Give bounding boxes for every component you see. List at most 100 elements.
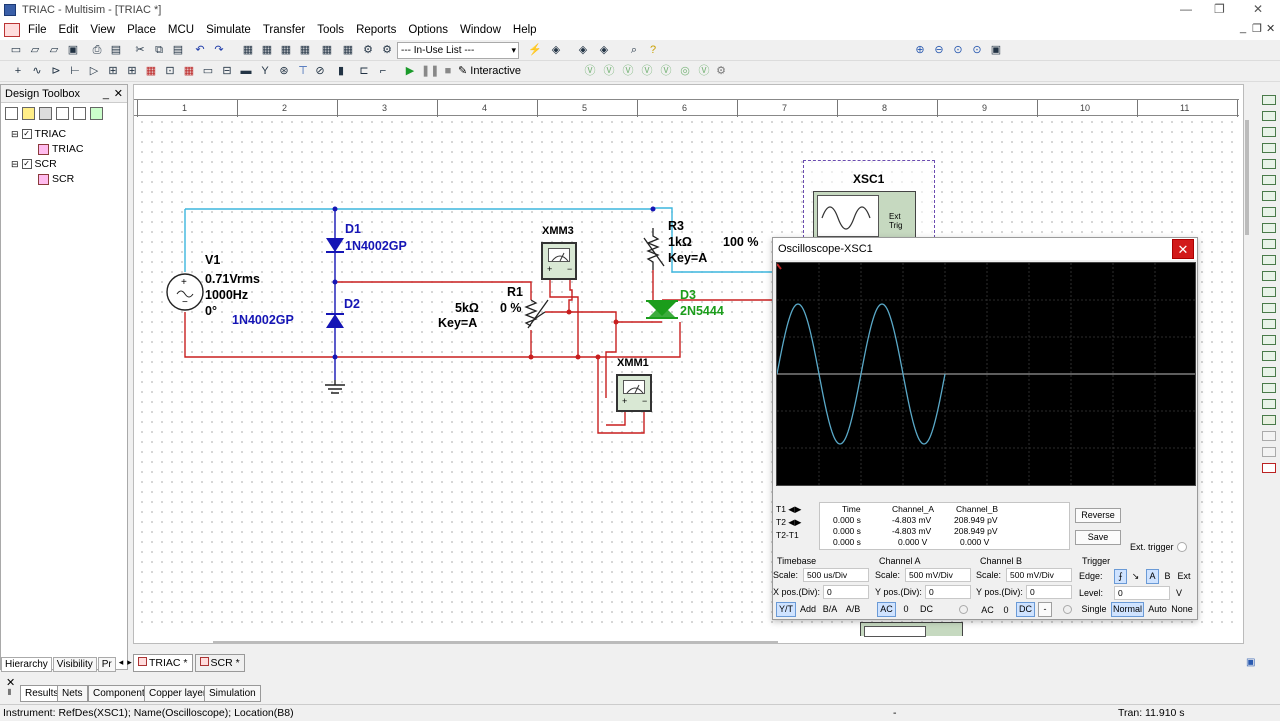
d3-part: 2N5444 [680, 304, 724, 318]
logic-converter-tool-icon[interactable] [1262, 223, 1276, 233]
tektronix-oscilloscope-tool-icon[interactable] [1262, 367, 1276, 377]
channel-b-terminal[interactable] [1063, 605, 1072, 614]
reverse-button[interactable]: Reverse [1075, 508, 1121, 523]
timebase-title: Timebase [777, 556, 817, 566]
agilent-multimeter-tool-icon[interactable] [1262, 335, 1276, 345]
readout-cell: 0.000 s [833, 515, 861, 525]
xmm1-label: XMM1 [617, 357, 649, 369]
trigger-normal-button[interactable]: Normal [1111, 602, 1144, 617]
current-probe-tool-icon[interactable] [1262, 415, 1276, 425]
oscilloscope-instrument-icon[interactable]: Ext Trig [813, 191, 916, 238]
oscilloscope-screen[interactable] [776, 262, 1196, 486]
xsc1-selection-box[interactable]: XSC1 Ext Trig [803, 160, 935, 238]
arrow-right-icon[interactable]: ▶ [795, 504, 802, 514]
d1-part: 1N4002GP [345, 239, 407, 253]
multimeter-xmm3-icon[interactable]: + − [541, 242, 577, 280]
potentiometer-r3-symbol[interactable] [643, 228, 665, 270]
channel-a-scale-field[interactable]: 500 mV/Div [905, 568, 971, 582]
network-analyzer-tool-icon[interactable] [1262, 303, 1276, 313]
spreadsheet-view: ✕ ▮ Results Nets Components Copper layer… [0, 675, 1280, 705]
logic-analyzer-tool-icon[interactable] [1262, 239, 1276, 249]
tab-nets[interactable]: Nets [57, 685, 88, 702]
trigger-source-a-button[interactable]: A [1146, 569, 1159, 584]
measurement-probe-tool-icon[interactable] [1262, 463, 1276, 473]
mode-ba-button[interactable]: B/A [820, 602, 840, 617]
ni-elvis-tool-icon[interactable] [1262, 399, 1276, 409]
oscilloscope-close-button[interactable]: ✕ [1172, 239, 1194, 259]
v1-frequency: 1000Hz [205, 288, 249, 302]
channel-b-zero-button[interactable]: 0 [1000, 603, 1012, 618]
channel-b-scale-field[interactable]: 500 mV/Div [1006, 568, 1072, 582]
triac-d3-symbol[interactable] [646, 300, 678, 319]
readout-cell: 0.000 V [960, 537, 990, 547]
trigger-source-b-button[interactable]: B [1161, 569, 1174, 584]
diode-d2-symbol[interactable] [326, 313, 344, 328]
d2-refdes: D2 [344, 297, 360, 311]
channel-a-ypos-field[interactable]: 0 [925, 585, 971, 599]
wire-bottom [335, 322, 681, 358]
svg-text:−: − [182, 297, 188, 308]
timebase-scale-label: Scale: [773, 570, 799, 580]
voltage-probe-tool-icon[interactable] [1262, 431, 1276, 441]
channel-a-zero-button[interactable]: 0 [899, 602, 913, 617]
trigger-none-button[interactable]: None [1170, 602, 1194, 617]
bode-plotter-tool-icon[interactable] [1262, 175, 1276, 185]
function-generator-tool-icon[interactable] [1262, 111, 1276, 121]
tab-simulation[interactable]: Simulation [204, 685, 261, 702]
d3-refdes: D3 [680, 288, 696, 302]
diode-d1-symbol[interactable] [326, 238, 344, 253]
timebase-xpos-field[interactable]: 0 [823, 585, 869, 599]
timebase-scale-field[interactable]: 500 us/Div [803, 568, 869, 582]
channel-b-ypos-field[interactable]: 0 [1026, 585, 1072, 599]
d1-refdes: D1 [345, 222, 361, 236]
oscilloscope-title-bar[interactable]: Oscilloscope-XSC1 [773, 238, 1197, 260]
arrow-right-icon[interactable]: ▶ [795, 517, 802, 527]
channel-b-ypos-label: Y pos.(Div): [976, 587, 1023, 597]
save-button[interactable]: Save [1075, 530, 1121, 545]
channel-a-terminal[interactable] [959, 605, 968, 614]
v1-phase: 0° [205, 304, 217, 318]
cursor-t1-marker[interactable] [776, 263, 782, 270]
channel-a-ac-button[interactable]: AC [877, 602, 896, 617]
wattmeter-tool-icon[interactable] [1262, 127, 1276, 137]
oscilloscope-tool-icon[interactable] [1262, 143, 1276, 153]
potentiometer-r1-symbol[interactable] [524, 299, 549, 329]
trigger-source-ext-button[interactable]: Ext [1175, 569, 1193, 584]
trigger-single-button[interactable]: Single [1079, 602, 1109, 617]
oscilloscope-instrument-duplicate[interactable] [860, 622, 963, 637]
channel-b-dc-button[interactable]: DC [1016, 602, 1035, 617]
channel-b-invert-button[interactable]: - [1038, 602, 1052, 617]
rising-edge-icon[interactable]: ⨍ [1114, 569, 1127, 584]
distortion-analyzer-tool-icon[interactable] [1262, 271, 1276, 281]
frequency-counter-tool-icon[interactable] [1262, 191, 1276, 201]
word-generator-tool-icon[interactable] [1262, 207, 1276, 217]
probe-tool-icon[interactable] [1262, 447, 1276, 457]
channel-a-dc-button[interactable]: DC [917, 602, 936, 617]
multimeter-tool-icon[interactable] [1262, 95, 1276, 105]
t1-label: T1 [776, 504, 786, 514]
ac-source-symbol[interactable]: + − [166, 273, 204, 311]
multimeter-xmm1-icon[interactable]: + − [616, 374, 652, 412]
trigger-level-field[interactable]: 0 [1114, 586, 1170, 600]
sheet-properties-icon[interactable]: ▣ [1246, 657, 1255, 668]
agilent-generator-tool-icon[interactable] [1262, 319, 1276, 329]
r1-refdes: R1 [507, 285, 523, 299]
agilent-oscilloscope-tool-icon[interactable] [1262, 351, 1276, 361]
oscilloscope-window[interactable]: Oscilloscope-XSC1 ✕ T1 ◀▶ T2 ◀▶ T2-T1 Ti… [772, 237, 1198, 620]
ext-trigger-terminal[interactable] [1177, 542, 1187, 552]
mode-ab-button[interactable]: A/B [843, 602, 863, 617]
iv-analyzer-tool-icon[interactable] [1262, 255, 1276, 265]
four-channel-oscilloscope-tool-icon[interactable] [1262, 159, 1276, 169]
trigger-auto-button[interactable]: Auto [1145, 602, 1170, 617]
mode-yt-button[interactable]: Y/T [776, 602, 796, 617]
r1-key: Key=A [438, 316, 478, 330]
falling-edge-icon[interactable]: ↘ [1129, 569, 1142, 584]
wire-xmm3-b [568, 278, 573, 312]
doc-tab-scr[interactable]: SCR * [194, 654, 245, 672]
spectrum-analyzer-tool-icon[interactable] [1262, 287, 1276, 297]
timebase-xpos-label: X pos.(Div): [773, 587, 821, 597]
labview-tool-icon[interactable] [1262, 383, 1276, 393]
channel-b-ac-button[interactable]: AC [978, 603, 997, 618]
doc-tab-triac[interactable]: TRIAC * [133, 654, 193, 672]
mode-add-button[interactable]: Add [798, 602, 818, 617]
